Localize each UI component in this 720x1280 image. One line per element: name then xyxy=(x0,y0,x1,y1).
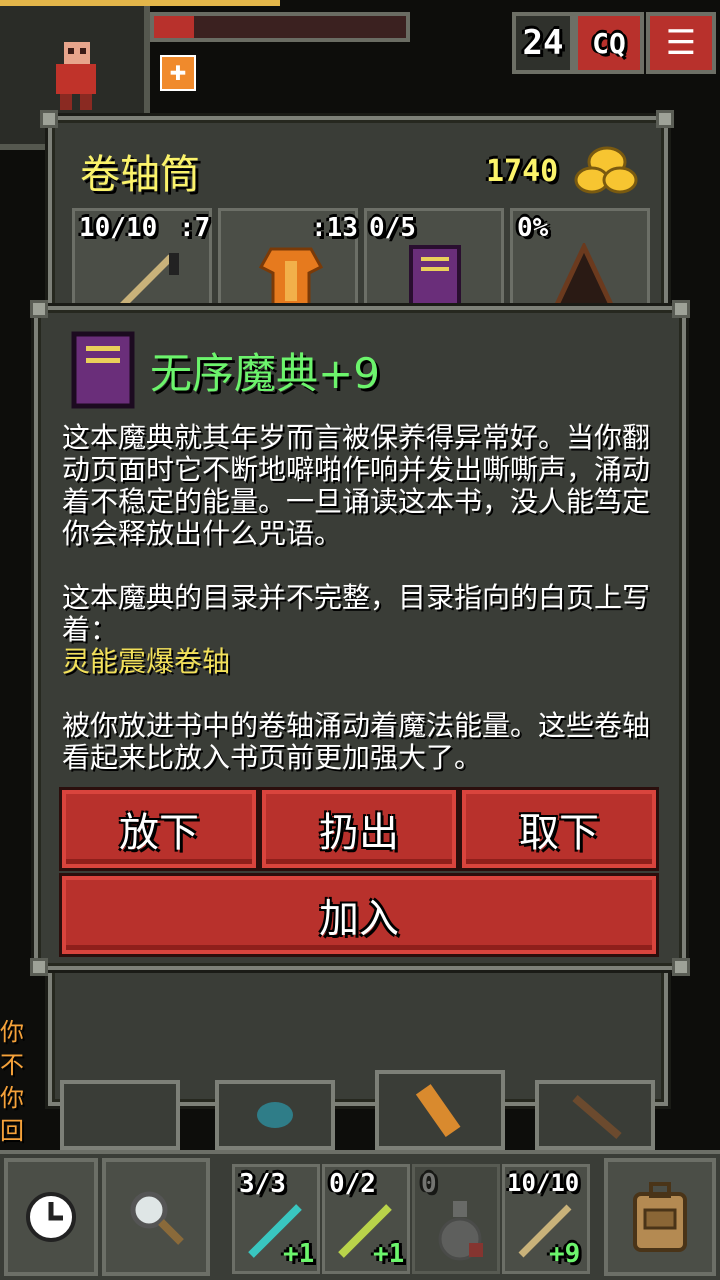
menu-icon: ☰ xyxy=(665,23,697,63)
bag-title: 卷轴筒 xyxy=(80,152,200,198)
quickslot-level: +1 xyxy=(373,1239,405,1269)
quickslot-level: +1 xyxy=(283,1239,315,1269)
backpack-icon xyxy=(633,1182,687,1252)
equip-charge-label: 10/10 xyxy=(79,213,158,243)
gold-counter: 1740 xyxy=(486,154,559,189)
equip-slot-cloak[interactable]: 0% xyxy=(510,208,650,312)
buff-icon: ✚ xyxy=(160,55,196,91)
item-desc-highlight: 灵能震爆卷轴 xyxy=(62,645,231,678)
quickslot-2[interactable]: 0/2 +1 xyxy=(322,1164,410,1274)
equip-slot-armor[interactable]: :13 xyxy=(218,208,358,313)
equip-level-label: :7 xyxy=(179,213,211,243)
frame-corner xyxy=(30,300,48,318)
quickslot-count: 3/3 xyxy=(239,1169,286,1199)
quickslot-count: 0/2 xyxy=(329,1169,376,1199)
item-desc-paragraph-2: 这本魔典的目录并不完整，目录指向的白页上写着： xyxy=(62,581,651,646)
cloak-icon xyxy=(551,243,617,312)
wait-button[interactable] xyxy=(4,1158,98,1276)
item-name: 无序魔典+9 xyxy=(150,349,380,398)
frame-corner xyxy=(672,958,690,976)
depth-indicator[interactable]: 24 xyxy=(512,12,574,74)
item-desc-paragraph-3: 被你放进书中的卷轴涌动着魔法能量。这些卷轴看起来比放入书页前更加强大了。 xyxy=(62,709,651,774)
tome-icon xyxy=(409,245,461,313)
quickslot-3[interactable]: 0 xyxy=(412,1164,500,1274)
unequip-button[interactable]: 取下 xyxy=(462,790,656,868)
backpack-button[interactable] xyxy=(604,1158,716,1276)
quickslot-level: +9 xyxy=(549,1239,581,1269)
log-line: 你不 xyxy=(0,1018,24,1079)
quickslot-1[interactable]: 3/3 +1 xyxy=(232,1164,320,1274)
frame-corner xyxy=(656,110,674,128)
xp-bar xyxy=(0,0,280,6)
armor-icon xyxy=(258,247,324,313)
equip-cloak-label: 0% xyxy=(517,213,549,243)
equip-artifact-label: 0/5 xyxy=(369,213,416,243)
journal-icon: CQ xyxy=(592,26,626,60)
frame-corner xyxy=(40,110,58,128)
bag-tab-seeds[interactable] xyxy=(215,1080,335,1150)
search-icon xyxy=(130,1191,184,1245)
frame-corner xyxy=(30,958,48,976)
menu-button[interactable]: ☰ xyxy=(646,12,716,74)
bag-tab-main[interactable] xyxy=(60,1080,180,1150)
item-info-window: 无序魔典+9 这本魔典就其年岁而言被保养得异常好。当你翻动页面时它不断地噼啪作响… xyxy=(34,306,686,970)
item-description: 这本魔典就其年岁而言被保养得异常好。当你翻动页面时它不断地噼啪作响并发出嘶嘶声，… xyxy=(62,422,662,774)
item-desc-paragraph-1: 这本魔典就其年岁而言被保养得异常好。当你翻动页面时它不断地噼啪作响并发出嘶嘶声，… xyxy=(62,421,651,550)
quickslot-4[interactable]: 10/10 +9 xyxy=(502,1164,590,1274)
bag-tab-wands[interactable] xyxy=(535,1080,655,1150)
journal-button[interactable]: CQ xyxy=(574,12,644,74)
drop-button[interactable]: 放下 xyxy=(62,790,256,868)
equip-armor-label: :13 xyxy=(311,213,358,243)
wand-holder-icon xyxy=(572,1094,622,1140)
item-icon-tome xyxy=(71,331,135,409)
equip-slot-weapon[interactable]: 10/10 :7 xyxy=(72,208,212,312)
log-line: 你回 xyxy=(0,1084,24,1145)
bag-tab-scrolls[interactable] xyxy=(375,1070,505,1150)
hero-avatar xyxy=(56,42,96,110)
gold-icon xyxy=(574,146,638,194)
frame-corner xyxy=(672,300,690,318)
potion-icon xyxy=(438,1201,483,1261)
add-button[interactable]: 加入 xyxy=(62,876,656,954)
clock-icon xyxy=(26,1192,76,1242)
staff-icon xyxy=(118,253,179,309)
quickslot-count: 0 xyxy=(421,1169,437,1199)
search-button[interactable] xyxy=(102,1158,210,1276)
health-bar xyxy=(150,12,410,42)
quickslot-count: 10/10 xyxy=(507,1169,580,1197)
equip-slot-artifact[interactable]: 0/5 xyxy=(364,208,504,313)
scroll-holder-icon xyxy=(415,1084,461,1138)
throw-button[interactable]: 扔出 xyxy=(262,790,456,868)
